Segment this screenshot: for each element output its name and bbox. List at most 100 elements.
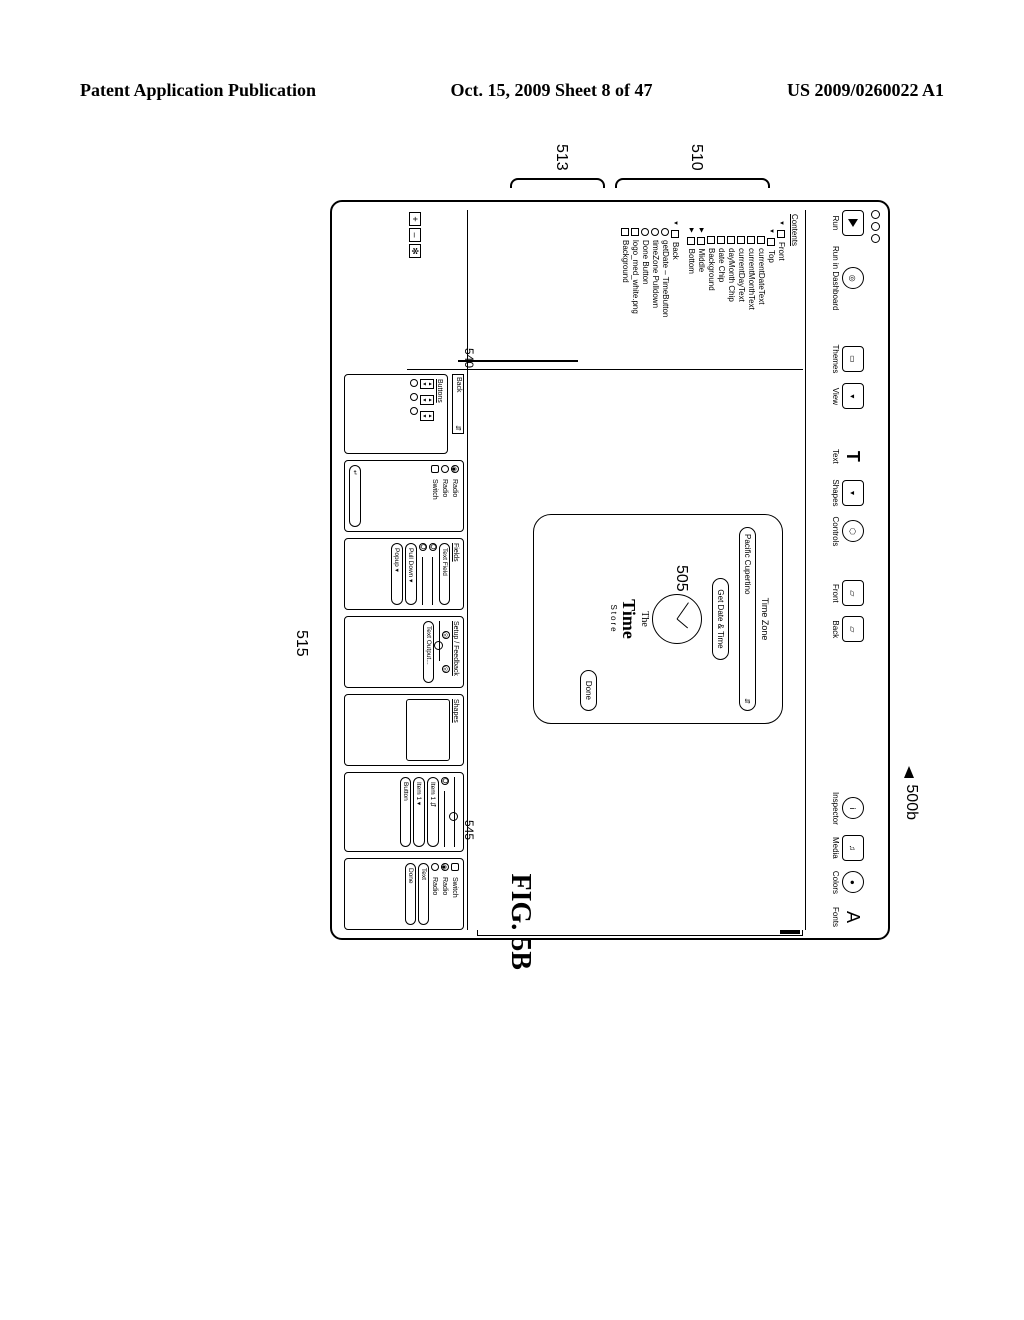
progress-samples[interactable]: ◎ ◎ bbox=[442, 621, 450, 683]
tree-item[interactable]: logo_med_white.png bbox=[631, 228, 640, 365]
stepper-icon: ▲▼ bbox=[420, 379, 434, 389]
stepper-icon: ▲▼ bbox=[420, 395, 434, 405]
circle-icon bbox=[410, 407, 418, 415]
front-icon: ▱ bbox=[842, 580, 864, 606]
text-field-sample[interactable]: Text Field bbox=[439, 543, 450, 605]
sidebar-footer: + – ✻ bbox=[409, 212, 421, 258]
search-icon: Q bbox=[419, 543, 427, 551]
tree-item[interactable]: Background bbox=[621, 228, 630, 365]
radio-off-icon bbox=[431, 863, 439, 871]
tree-item[interactable]: currentMonthText bbox=[747, 236, 756, 365]
slider-sample[interactable] bbox=[451, 777, 455, 847]
radio-off-icon bbox=[441, 465, 449, 473]
popup-item-sample[interactable]: Item 1 ⇵ bbox=[427, 777, 439, 847]
media-icon: ♫ bbox=[842, 835, 864, 861]
radio-sample-off[interactable]: Radio bbox=[431, 863, 439, 925]
slider-sample[interactable] bbox=[436, 621, 440, 661]
popup-item-sample[interactable]: Item 1 ▾ bbox=[413, 777, 425, 847]
run-button[interactable]: Run bbox=[831, 210, 864, 236]
done-button[interactable]: Done bbox=[580, 670, 597, 711]
tree-bottom-label: Bottom bbox=[687, 249, 696, 274]
fonts-label: Fonts bbox=[831, 907, 840, 927]
time-zone-value: Pacific Cupertino bbox=[743, 534, 752, 594]
setup-label: Setup / Feedback bbox=[452, 621, 459, 683]
pub-number: US 2009/0260022 A1 bbox=[787, 80, 944, 101]
tree-bottom[interactable]: Bottom bbox=[687, 228, 696, 365]
shapes-tool[interactable]: ▾ Shapes bbox=[831, 479, 864, 506]
buttons-pane-label: Buttons bbox=[436, 379, 443, 449]
brace-513 bbox=[510, 178, 605, 188]
media-button[interactable]: ♫ Media bbox=[831, 835, 864, 861]
text-sample[interactable]: Text bbox=[418, 863, 429, 925]
action-gear[interactable]: ✻ bbox=[409, 244, 421, 258]
back-button[interactable]: ▱ Back bbox=[831, 616, 864, 642]
text-output-sample[interactable]: Text Output... bbox=[423, 621, 434, 683]
tree-item[interactable]: dayMonth Chip bbox=[727, 236, 736, 365]
tree-item[interactable]: Background bbox=[707, 236, 716, 365]
popup-sample[interactable]: Popup ▾ bbox=[391, 543, 403, 605]
rect-shape-sample[interactable] bbox=[406, 699, 450, 761]
controls-tool[interactable]: ⬡ Controls bbox=[831, 517, 864, 547]
inspector-button[interactable]: i Inspector bbox=[831, 792, 864, 825]
time-zone-pulldown[interactable]: Pacific Cupertino ⇵ bbox=[739, 527, 756, 711]
front-button[interactable]: ▱ Front bbox=[831, 580, 864, 606]
brace-510 bbox=[615, 178, 770, 188]
pulldown-sample[interactable]: Pull Down ▾ bbox=[405, 543, 417, 605]
fonts-button[interactable]: A Fonts bbox=[831, 904, 864, 930]
ref-515: 515 bbox=[292, 630, 310, 657]
progress-spinner-icon: ◎ bbox=[442, 631, 450, 639]
minimize-icon[interactable] bbox=[871, 222, 880, 231]
switch-sample[interactable]: Switch bbox=[451, 863, 459, 925]
contents-title: Contents bbox=[790, 214, 799, 365]
view-label: View bbox=[831, 388, 840, 405]
close-icon[interactable] bbox=[871, 210, 880, 219]
figure-5b-rotated: 500b Run ◎ Run in Dashboard ▭ Themes ▾ bbox=[150, 200, 890, 880]
tree-item[interactable]: timeZone Pulldown bbox=[651, 228, 660, 365]
tree-middle[interactable]: Middle bbox=[697, 228, 706, 365]
done-sample[interactable]: Done bbox=[405, 863, 416, 925]
tree-back-label: Back bbox=[671, 242, 680, 260]
return-key-icon[interactable]: ↵ bbox=[349, 465, 361, 527]
button-samples-row[interactable]: ▲▼ ▲▼ ▲▼ bbox=[420, 379, 434, 449]
shapes-label: Shapes bbox=[452, 699, 459, 761]
tree-item[interactable]: currentDayText bbox=[737, 236, 746, 365]
tree-front[interactable]: Front bbox=[777, 220, 786, 365]
inspector-icon: i bbox=[842, 797, 864, 819]
tree-middle-label: Middle bbox=[697, 249, 706, 273]
zoom-icon[interactable] bbox=[871, 234, 880, 243]
tree-item[interactable]: currentDateText bbox=[757, 236, 766, 365]
radio-switch-pane: ◉Radio Radio Switch ↵ bbox=[344, 460, 464, 532]
themes-button[interactable]: ▭ Themes bbox=[831, 344, 864, 373]
figure-label: FIG. 5B bbox=[504, 874, 536, 970]
colors-button[interactable]: ● Colors bbox=[831, 871, 864, 894]
view-button[interactable]: ▾ View bbox=[831, 383, 864, 409]
search-field-sample[interactable]: Q bbox=[441, 777, 449, 847]
search-field-sample[interactable]: Q bbox=[419, 543, 427, 605]
brand-main: Time bbox=[618, 527, 639, 711]
search-field-sample[interactable]: Q bbox=[429, 543, 437, 605]
switch-sample[interactable]: Switch bbox=[431, 465, 439, 527]
run-dashboard-button[interactable]: ◎ Run in Dashboard bbox=[831, 246, 864, 310]
button-sample[interactable]: Button bbox=[400, 777, 411, 847]
progress-spinner-icon: ◎ bbox=[442, 665, 450, 673]
radio-sample-off[interactable]: Radio bbox=[441, 465, 449, 527]
tree-item[interactable]: Done Button bbox=[641, 228, 650, 365]
toolbar-divider bbox=[805, 210, 806, 930]
remove-button[interactable]: – bbox=[409, 228, 421, 242]
circle-icon bbox=[410, 379, 418, 387]
time-zone-label: Time Zone bbox=[760, 527, 770, 711]
tree-back[interactable]: Back bbox=[671, 220, 680, 365]
tree-top[interactable]: Top bbox=[767, 228, 776, 365]
add-button[interactable]: + bbox=[409, 212, 421, 226]
setup-feedback-pane: Setup / Feedback ◎ ◎ Text Output... bbox=[344, 616, 464, 688]
tree-item[interactable]: date Chip bbox=[717, 236, 726, 365]
button-samples-row2[interactable] bbox=[410, 379, 418, 449]
app-window: Run ◎ Run in Dashboard ▭ Themes ▾ View T… bbox=[330, 200, 890, 940]
colors-icon: ● bbox=[842, 871, 864, 893]
front-label: Front bbox=[831, 584, 840, 603]
text-tool[interactable]: T Text bbox=[831, 443, 864, 469]
tree-item[interactable]: getDate – TimeButton bbox=[661, 228, 670, 365]
radio-sample-on[interactable]: ◉Radio bbox=[441, 863, 449, 925]
get-date-button[interactable]: Get Date & Time bbox=[712, 578, 729, 659]
circle-icon bbox=[410, 393, 418, 401]
